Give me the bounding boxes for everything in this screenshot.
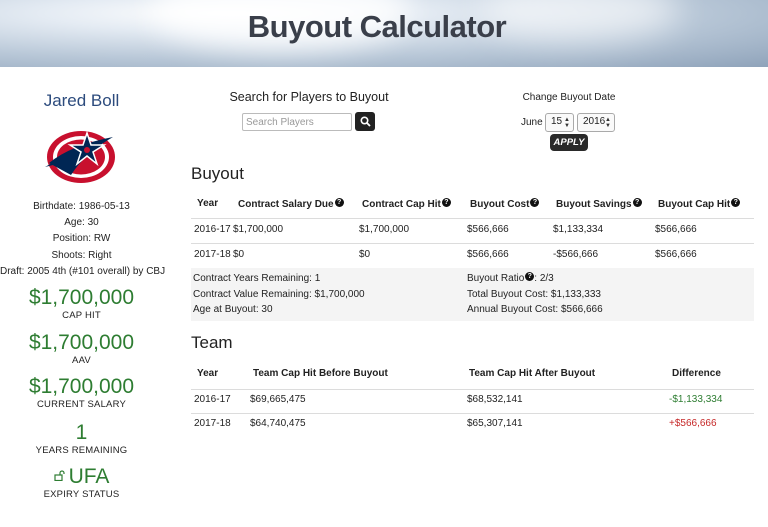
select-arrows-icon: ▲ ▼ [564, 117, 570, 129]
cell-year: 2017-18 [194, 249, 231, 260]
search-icon [359, 116, 371, 127]
table-row: 2016-17 $1,700,000 $1,700,000 $566,666 $… [191, 224, 754, 242]
column-header: Team Cap Hit After Buyout [469, 368, 596, 379]
month-label: June [521, 117, 543, 128]
column-header: Buyout Savings? [556, 198, 642, 210]
cell-year: 2017-18 [194, 418, 231, 429]
summary-buyout-ratio: Buyout Ratio?: 2/3 [467, 272, 554, 284]
summary-total-cost: Total Buyout Cost: $1,133,333 [467, 288, 601, 300]
summary-left: Contract Years Remaining: 1 Contract Val… [193, 271, 365, 318]
cell-buyout-savings: $1,133,334 [553, 224, 604, 235]
column-header: Buyout Cost? [470, 198, 540, 210]
cell-cap-before: $64,740,475 [250, 418, 306, 429]
shoots: Shoots: Right [51, 249, 112, 261]
column-header: Contract Salary Due? [238, 198, 344, 210]
team-section-title: Team [191, 333, 233, 352]
day-select[interactable]: 15 ▲ ▼ [545, 113, 574, 132]
buyout-summary: Contract Years Remaining: 1 Contract Val… [191, 268, 754, 321]
stat-current-salary: $1,700,000 CURRENT SALARY [0, 375, 163, 410]
search-title: Search for Players to Buyout [229, 90, 389, 104]
cell-buyout-cap-hit: $566,666 [655, 249, 697, 260]
stat-aav: $1,700,000 AAV [0, 331, 163, 366]
row-divider [191, 218, 754, 219]
apply-button[interactable]: APPLY [550, 134, 588, 151]
year-select[interactable]: 2016 ▲ ▼ [577, 113, 615, 132]
select-arrows-icon: ▲ ▼ [605, 117, 611, 129]
summary-value-remaining: Contract Value Remaining: $1,700,000 [193, 288, 365, 300]
stat-value: UFA [0, 465, 163, 489]
header-banner: Buyout Calculator [0, 0, 768, 67]
day-value: 15 [551, 116, 563, 127]
stat-value: $1,700,000 [28, 286, 135, 309]
column-header: Team Cap Hit Before Buyout [253, 368, 388, 379]
cell-year: 2016-17 [194, 394, 231, 405]
column-header: Difference [672, 368, 721, 379]
cell-buyout-cap-hit: $566,666 [655, 224, 697, 235]
column-header: Year [197, 198, 219, 209]
stat-label: AAV [72, 355, 91, 366]
row-divider [191, 413, 754, 414]
expiry-status-value: UFA [68, 465, 110, 488]
help-icon[interactable]: ? [731, 198, 741, 207]
cell-buyout-cost: $566,666 [467, 224, 509, 235]
table-row: 2017-18 $0 $0 $566,666 -$566,666 $566,66… [191, 249, 754, 267]
table-header: Year Contract Salary Due? Contract Cap H… [191, 198, 754, 216]
search-button[interactable] [355, 112, 375, 131]
cell-cap-after: $65,307,141 [467, 418, 523, 429]
age: Age: 30 [64, 217, 99, 229]
year-value: 2016 [583, 116, 606, 127]
team-table: Year Team Cap Hit Before Buyout Team Cap… [191, 362, 754, 442]
stat-value: $1,700,000 [28, 331, 135, 354]
table-row: 2017-18 $64,740,475 $65,307,141 +$566,66… [191, 418, 754, 436]
help-icon[interactable]: ? [632, 198, 642, 207]
cell-difference: -$1,133,334 [669, 394, 723, 405]
draft: Draft: 2005 4th (#101 overall) by CBJ [0, 265, 166, 277]
cell-cap-hit: $0 [359, 249, 371, 260]
stat-value: 1 [75, 421, 88, 444]
columbus-blue-jackets-logo [45, 130, 115, 183]
summary-annual-cost: Annual Buyout Cost: $566,666 [467, 304, 603, 315]
summary-age-at-buyout: Age at Buyout: 30 [193, 304, 273, 315]
table-header: Year Team Cap Hit Before Buyout Team Cap… [191, 368, 754, 386]
column-header: Buyout Cap Hit? [658, 198, 741, 210]
stat-years-remaining: 1 YEARS REMAINING [0, 421, 163, 456]
cell-difference: +$566,666 [669, 418, 717, 429]
stat-label: EXPIRY STATUS [43, 489, 120, 500]
help-icon[interactable]: ? [530, 198, 540, 207]
stat-expiry-status: UFA EXPIRY STATUS [0, 465, 163, 500]
player-bio: Birthdate: 1986-05-13 Age: 30 Position: … [0, 199, 166, 280]
stat-label: CAP HIT [62, 310, 101, 321]
summary-years-remaining: Contract Years Remaining: 1 [193, 273, 321, 284]
row-divider [191, 243, 754, 244]
unlock-icon [53, 470, 65, 482]
search-input[interactable] [242, 113, 352, 131]
cell-buyout-cost: $566,666 [467, 249, 509, 260]
page-title: Buyout Calculator [247, 9, 507, 44]
help-icon[interactable]: ? [441, 198, 451, 207]
stat-label: CURRENT SALARY [36, 399, 127, 410]
buyout-section-title: Buyout [191, 164, 244, 183]
cell-salary-due: $1,700,000 [233, 224, 284, 235]
buyout-table: Year Contract Salary Due? Contract Cap H… [191, 193, 754, 323]
buyout-date-title: Change Buyout Date [522, 92, 616, 103]
player-name[interactable]: Jared Boll [0, 91, 163, 111]
table-row: 2016-17 $69,665,475 $68,532,141 -$1,133,… [191, 394, 754, 412]
cell-salary-due: $0 [233, 249, 245, 260]
cell-cap-hit: $1,700,000 [359, 224, 410, 235]
birthdate: Birthdate: 1986-05-13 [33, 201, 130, 212]
stat-cap-hit: $1,700,000 CAP HIT [0, 286, 163, 321]
column-header: Year [197, 368, 219, 379]
column-header: Contract Cap Hit? [362, 198, 451, 210]
position: Position: RW [52, 233, 111, 245]
cell-buyout-savings: -$566,666 [553, 249, 599, 260]
row-divider [191, 389, 754, 390]
help-icon[interactable]: ? [525, 272, 535, 281]
cell-cap-before: $69,665,475 [250, 394, 306, 405]
help-icon[interactable]: ? [334, 198, 344, 207]
stat-label: YEARS REMAINING [35, 445, 128, 456]
cell-year: 2016-17 [194, 224, 231, 235]
summary-right: Buyout Ratio?: 2/3 Total Buyout Cost: $1… [467, 271, 603, 318]
stat-value: $1,700,000 [28, 375, 135, 398]
cell-cap-after: $68,532,141 [467, 394, 523, 405]
